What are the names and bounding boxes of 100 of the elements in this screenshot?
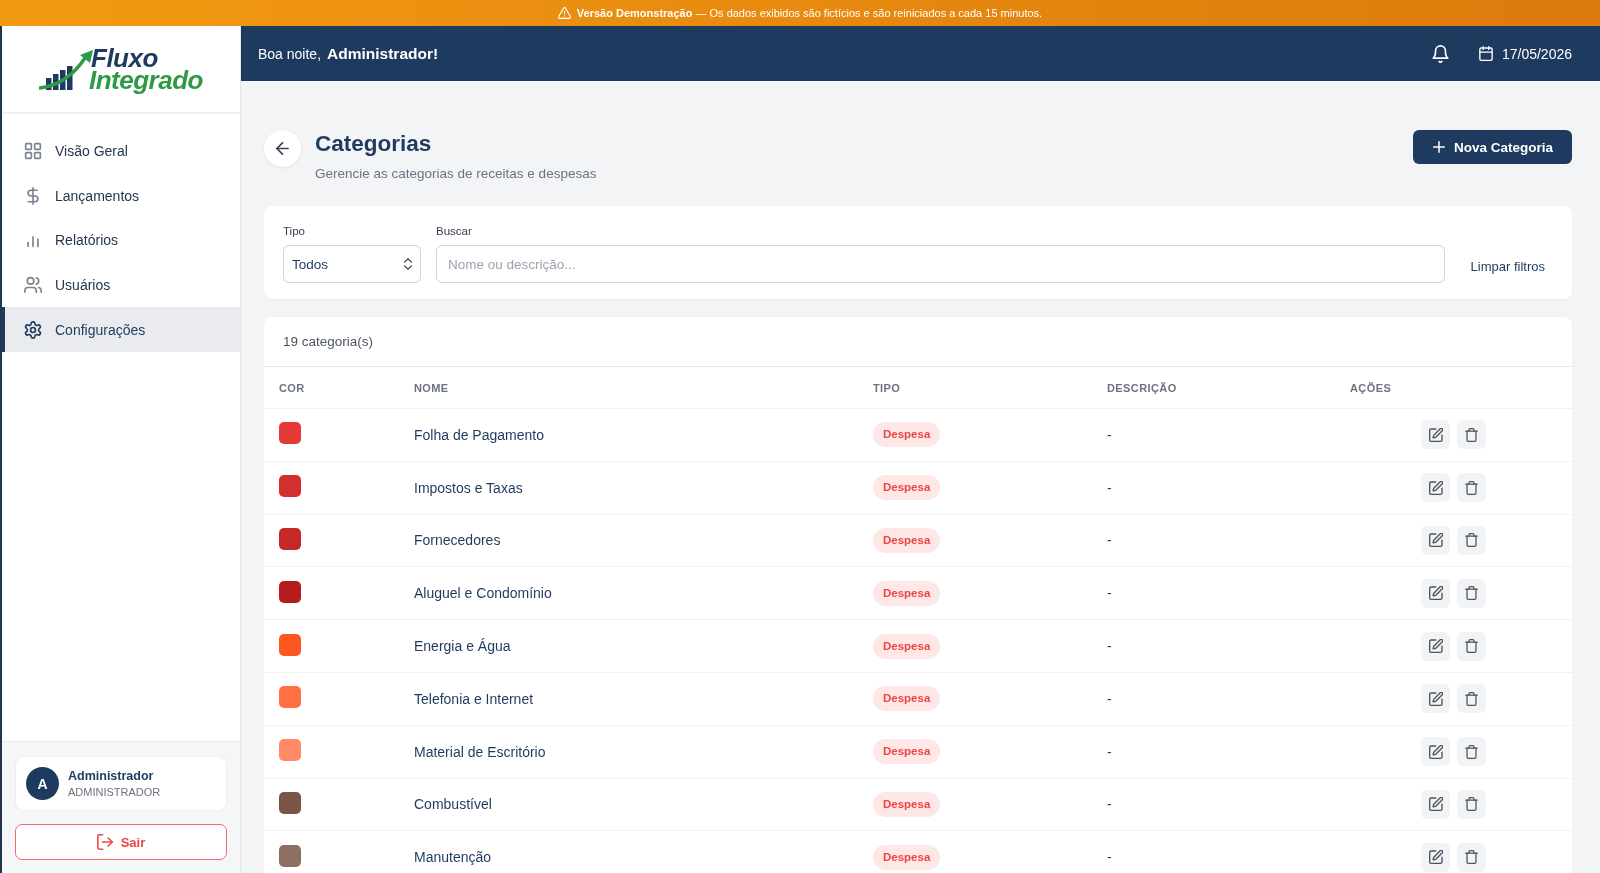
user-role: ADMINISTRADOR	[68, 786, 161, 798]
delete-button[interactable]	[1457, 473, 1486, 503]
type-badge: Despesa	[873, 844, 941, 870]
greeting-text: Boa noite,	[258, 45, 322, 62]
edit-button[interactable]	[1421, 631, 1450, 661]
back-button[interactable]	[264, 130, 301, 167]
delete-button[interactable]	[1457, 684, 1486, 714]
warning-icon	[557, 7, 571, 19]
type-badge: Despesa	[873, 475, 941, 501]
pencil-square-icon	[1428, 480, 1443, 495]
bell-icon[interactable]	[1431, 44, 1449, 63]
description-text: -	[1107, 426, 1112, 443]
description-text: -	[1107, 743, 1112, 760]
sidebar-item[interactable]: Relatórios	[2, 218, 240, 263]
trash-icon	[1465, 586, 1478, 601]
edit-button[interactable]	[1421, 578, 1450, 608]
pencil-square-icon	[1428, 639, 1443, 654]
column-header: AÇÕES	[1350, 381, 1392, 394]
edit-button[interactable]	[1421, 526, 1450, 555]
category-name: Manutenção	[414, 849, 492, 866]
category-name: Folha de Pagamento	[414, 426, 544, 443]
pencil-square-icon	[1428, 850, 1443, 865]
delete-button[interactable]	[1457, 789, 1486, 819]
description-text: -	[1107, 479, 1112, 496]
delete-button[interactable]	[1457, 420, 1486, 450]
logout-icon	[96, 834, 113, 850]
chevron-up-down-icon	[404, 258, 412, 270]
type-select[interactable]: Todos	[283, 245, 421, 283]
calendar-icon	[1478, 46, 1493, 61]
edit-button[interactable]	[1421, 737, 1450, 767]
trash-icon	[1465, 850, 1478, 865]
field-label: Buscar	[436, 224, 472, 238]
category-name: Material de Escritório	[414, 743, 546, 760]
sidebar-item[interactable]: Usuários	[2, 262, 240, 308]
delete-button[interactable]	[1457, 842, 1486, 872]
clear-filters-button[interactable]: Limpar filtros	[1460, 249, 1555, 283]
description-text: -	[1107, 638, 1112, 655]
type-badge: Despesa	[873, 422, 941, 448]
type-badge: Despesa	[873, 580, 941, 606]
sidebar-item[interactable]: Visão Geral	[2, 129, 240, 174]
search-field[interactable]: Nome ou descrição...	[436, 245, 1445, 283]
avatar: A	[26, 767, 59, 800]
category-name: Telefonia e Internet	[414, 690, 534, 707]
delete-button[interactable]	[1457, 578, 1486, 608]
pencil-square-icon	[1428, 691, 1443, 706]
pencil-square-icon	[1428, 744, 1443, 759]
category-name: Fornecedores	[414, 532, 501, 549]
trash-icon	[1465, 797, 1478, 812]
edit-button[interactable]	[1421, 684, 1450, 714]
edit-button[interactable]	[1421, 842, 1450, 872]
user-greeting-name: Administrador!	[327, 44, 439, 63]
delete-button[interactable]	[1457, 631, 1486, 661]
type-badge: Despesa	[873, 686, 941, 712]
column-header: COR	[279, 381, 305, 394]
edit-button[interactable]	[1421, 473, 1450, 503]
category-count: 19 categoria(s)	[283, 334, 374, 349]
column-header: NOME	[414, 381, 449, 394]
sidebar-item[interactable]: Lançamentos	[2, 173, 240, 219]
type-badge: Despesa	[873, 791, 941, 817]
description-text: -	[1107, 585, 1112, 602]
delete-button[interactable]	[1457, 526, 1486, 555]
trash-icon	[1465, 639, 1478, 654]
description-text: -	[1107, 796, 1112, 813]
category-name: Aluguel e Condomínio	[414, 585, 552, 602]
delete-button[interactable]	[1457, 737, 1486, 767]
category-name: Energia e Água	[414, 638, 511, 655]
type-badge: Despesa	[873, 528, 941, 553]
type-badge: Despesa	[873, 633, 941, 659]
description-text: -	[1107, 532, 1112, 549]
pencil-square-icon	[1428, 797, 1443, 812]
edit-button[interactable]	[1421, 789, 1450, 819]
demo-notice: Versão Demonstração — Os dados exibidos são fictícios e são reiniciados a cada 15 minutos.	[576, 7, 1043, 19]
sidebar-item[interactable]: Configurações	[2, 307, 240, 352]
trash-icon	[1465, 533, 1478, 548]
users-icon	[24, 276, 42, 295]
logout-button[interactable]: Sair	[15, 824, 227, 860]
description-text: -	[1107, 690, 1112, 707]
column-header: DESCRIÇÃO	[1107, 381, 1177, 394]
grid-icon	[24, 142, 42, 161]
description-text: -	[1107, 849, 1112, 866]
dollar-icon	[24, 186, 42, 205]
pencil-square-icon	[1428, 533, 1443, 548]
page-title: Categorias	[315, 131, 432, 157]
pencil-square-icon	[1428, 586, 1443, 601]
category-name: Impostos e Taxas	[414, 479, 523, 496]
settings-icon	[24, 320, 42, 339]
new-category-button[interactable]: Nova Categoria	[1412, 130, 1572, 164]
trash-icon	[1465, 744, 1478, 759]
date-text: 17/05/2026	[1501, 45, 1572, 62]
edit-button[interactable]	[1421, 420, 1450, 450]
trash-icon	[1465, 691, 1478, 706]
type-badge: Despesa	[873, 739, 941, 765]
user-name: Administrador	[68, 769, 155, 783]
arrow-left-icon	[276, 142, 289, 155]
plus-icon	[1432, 141, 1445, 153]
field-label: Tipo	[283, 224, 305, 238]
logo-text: Fluxo	[91, 47, 158, 69]
pencil-square-icon	[1428, 427, 1443, 442]
trash-icon	[1465, 480, 1478, 495]
page-subtitle: Gerencie as categorias de receitas e despesas	[315, 165, 597, 182]
